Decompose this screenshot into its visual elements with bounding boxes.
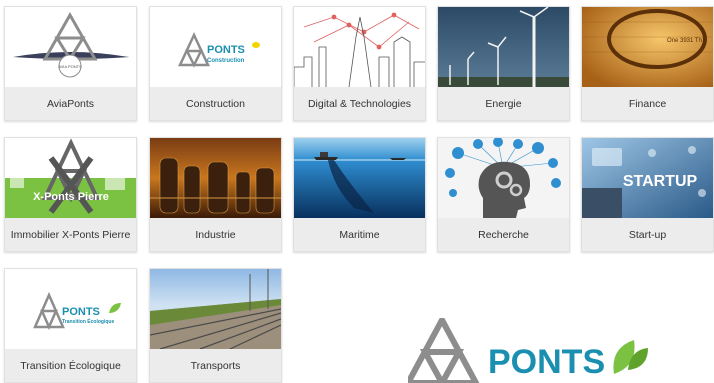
city-skyline-network-image <box>294 7 425 87</box>
svg-text:One 3931 Th: One 3931 Th <box>667 38 702 44</box>
card-label: Start-up <box>582 218 713 251</box>
immobilier-thumb-text: X-Ponts Pierre <box>33 191 109 203</box>
card-aviaponts[interactable]: AVIA PONTS AviaPonts <box>4 6 137 121</box>
watermark-text: PONTS <box>488 343 605 381</box>
card-label: Finance <box>582 87 713 120</box>
card-label: Transports <box>150 349 281 382</box>
construction-thumb-sub: Construction <box>207 58 245 64</box>
ponts-leaf-logo: PONTS <box>408 318 708 383</box>
card-label: Energie <box>438 87 569 120</box>
startup-screen-image: STARTUP <box>582 138 713 218</box>
railway-tracks-image <box>150 269 281 349</box>
card-construction[interactable]: PONTS Construction Construction <box>149 6 282 121</box>
refinery-image <box>150 138 281 218</box>
card-label: Recherche <box>438 218 569 251</box>
card-immobilier[interactable]: X-Ponts Pierre Immobilier X-Ponts Pierre <box>4 137 137 252</box>
card-recherche[interactable]: Recherche <box>437 137 570 252</box>
startup-thumb-text: STARTUP <box>623 173 698 190</box>
aviaponts-thumb-text: AVIA PONTS <box>58 64 82 69</box>
banknote-magnifier-image: One 3931 Th <box>582 7 713 87</box>
card-maritime[interactable]: Maritime <box>293 137 426 252</box>
card-energie[interactable]: Energie <box>437 6 570 121</box>
brain-gears-image <box>438 138 569 218</box>
card-finance[interactable]: One 3931 Th Finance <box>581 6 714 121</box>
card-industrie[interactable]: Industrie <box>149 137 282 252</box>
card-transports[interactable]: Transports <box>149 268 282 383</box>
card-label: Industrie <box>150 218 281 251</box>
transition-thumb-sub: Transition Écologique <box>62 317 114 325</box>
card-label: Digital & Technologies <box>294 87 425 120</box>
card-label: Construction <box>150 87 281 120</box>
card-digital-technologies[interactable]: Digital & Technologies <box>293 6 426 121</box>
ponts-construction-logo: PONTS Construction <box>150 7 281 87</box>
card-transition-ecologique[interactable]: PONTS Transition Écologique Transition É… <box>4 268 137 383</box>
sea-ship-image <box>294 138 425 218</box>
card-label: Maritime <box>294 218 425 251</box>
card-label: Transition Écologique <box>5 349 136 382</box>
transition-thumb-text: PONTS <box>62 306 100 318</box>
aviaponts-logo: AVIA PONTS <box>5 7 136 87</box>
wind-turbines-image <box>438 7 569 87</box>
card-label: Immobilier X-Ponts Pierre <box>5 218 136 251</box>
x-ponts-pierre-logo: X-Ponts Pierre <box>5 138 136 218</box>
card-label: AviaPonts <box>5 87 136 120</box>
construction-thumb-text: PONTS <box>207 44 245 56</box>
card-start-up[interactable]: STARTUP Start-up <box>581 137 714 252</box>
ponts-transition-logo: PONTS Transition Écologique <box>5 269 136 349</box>
